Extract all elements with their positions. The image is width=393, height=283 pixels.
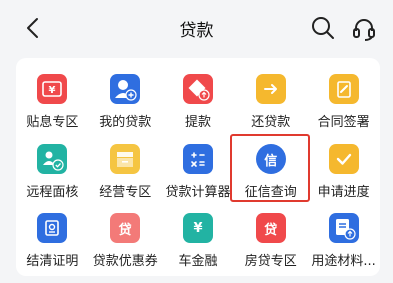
service-label: 贷款优惠券 xyxy=(92,254,158,269)
headset-icon xyxy=(353,19,375,41)
user-add-icon xyxy=(110,74,141,104)
search-button[interactable] xyxy=(310,15,336,41)
contract-sign-icon xyxy=(328,74,359,104)
service-item[interactable]: 合同签署 xyxy=(307,74,380,144)
service-item[interactable]: 还贷款 xyxy=(234,74,307,144)
service-label: 车金融 xyxy=(178,254,218,269)
service-item[interactable]: 贷款计算器 xyxy=(162,144,235,213)
service-label: 还贷款 xyxy=(251,115,291,130)
coupon-icon: 贷 xyxy=(110,213,141,243)
service-label: 贷款计算器 xyxy=(165,185,231,200)
service-label: 结清证明 xyxy=(26,254,79,269)
icon-glyph: 信 xyxy=(264,153,278,169)
top-bar: 贷款 xyxy=(0,0,393,56)
materials-upload-icon xyxy=(328,213,359,243)
icon-glyph: ¥ xyxy=(193,220,203,236)
service-item[interactable]: 提款 xyxy=(162,74,235,144)
service-item[interactable]: ¥ 贴息专区 xyxy=(16,74,89,144)
service-item[interactable]: 申请进度 xyxy=(307,144,380,213)
service-label: 我的贷款 xyxy=(99,115,152,130)
service-label: 经营专区 xyxy=(99,185,152,200)
icon-glyph: 贷 xyxy=(264,222,278,238)
service-item[interactable]: 贷房贷专区 xyxy=(234,213,307,282)
service-label: 房贷专区 xyxy=(244,254,297,269)
credit-query-icon: 信 xyxy=(255,144,286,174)
business-icon xyxy=(110,144,141,174)
service-label: 征信查询 xyxy=(244,185,297,200)
icon-glyph: 贷 xyxy=(118,222,132,238)
repay-arrow-icon xyxy=(255,74,286,104)
car-finance-icon: ¥ xyxy=(182,213,213,243)
withdraw-icon xyxy=(182,74,213,104)
service-label: 合同签署 xyxy=(317,115,370,130)
service-label: 远程面核 xyxy=(26,185,79,200)
house-loan-icon: 贷 xyxy=(255,213,286,243)
calculator-icon xyxy=(182,144,213,174)
service-item[interactable]: 贷贷款优惠券 xyxy=(89,213,162,282)
services-grid: ¥ 贴息专区 我的贷款 提款 还贷款 合同签署 远程面核 经营专区 贷款计算器信征信查询 申请进度… xyxy=(16,58,380,282)
progress-check-icon xyxy=(328,144,359,174)
service-item[interactable]: 信征信查询 xyxy=(234,144,307,213)
service-label: 提款 xyxy=(184,115,211,130)
service-item[interactable]: 结清证明 xyxy=(16,213,89,282)
discount-yen-icon: ¥ xyxy=(37,74,68,104)
customer-service-button[interactable] xyxy=(350,15,378,43)
service-label: 申请进度 xyxy=(317,185,370,200)
service-item[interactable]: 我的贷款 xyxy=(89,74,162,144)
search-icon xyxy=(312,17,334,39)
service-label: 用途材料... xyxy=(311,254,376,269)
svg-text:¥: ¥ xyxy=(49,85,56,96)
services-card: ¥ 贴息专区 我的贷款 提款 还贷款 合同签署 远程面核 经营专区 贷款计算器信征信查询 申请进度… xyxy=(16,58,380,276)
remote-verify-icon xyxy=(37,144,68,174)
settlement-proof-icon xyxy=(37,213,68,243)
service-item[interactable]: ¥ 车金融 xyxy=(162,213,235,282)
service-item[interactable]: 经营专区 xyxy=(89,144,162,213)
service-label: 贴息专区 xyxy=(26,115,79,130)
service-item[interactable]: 用途材料... xyxy=(307,213,380,282)
service-item[interactable]: 远程面核 xyxy=(16,144,89,213)
